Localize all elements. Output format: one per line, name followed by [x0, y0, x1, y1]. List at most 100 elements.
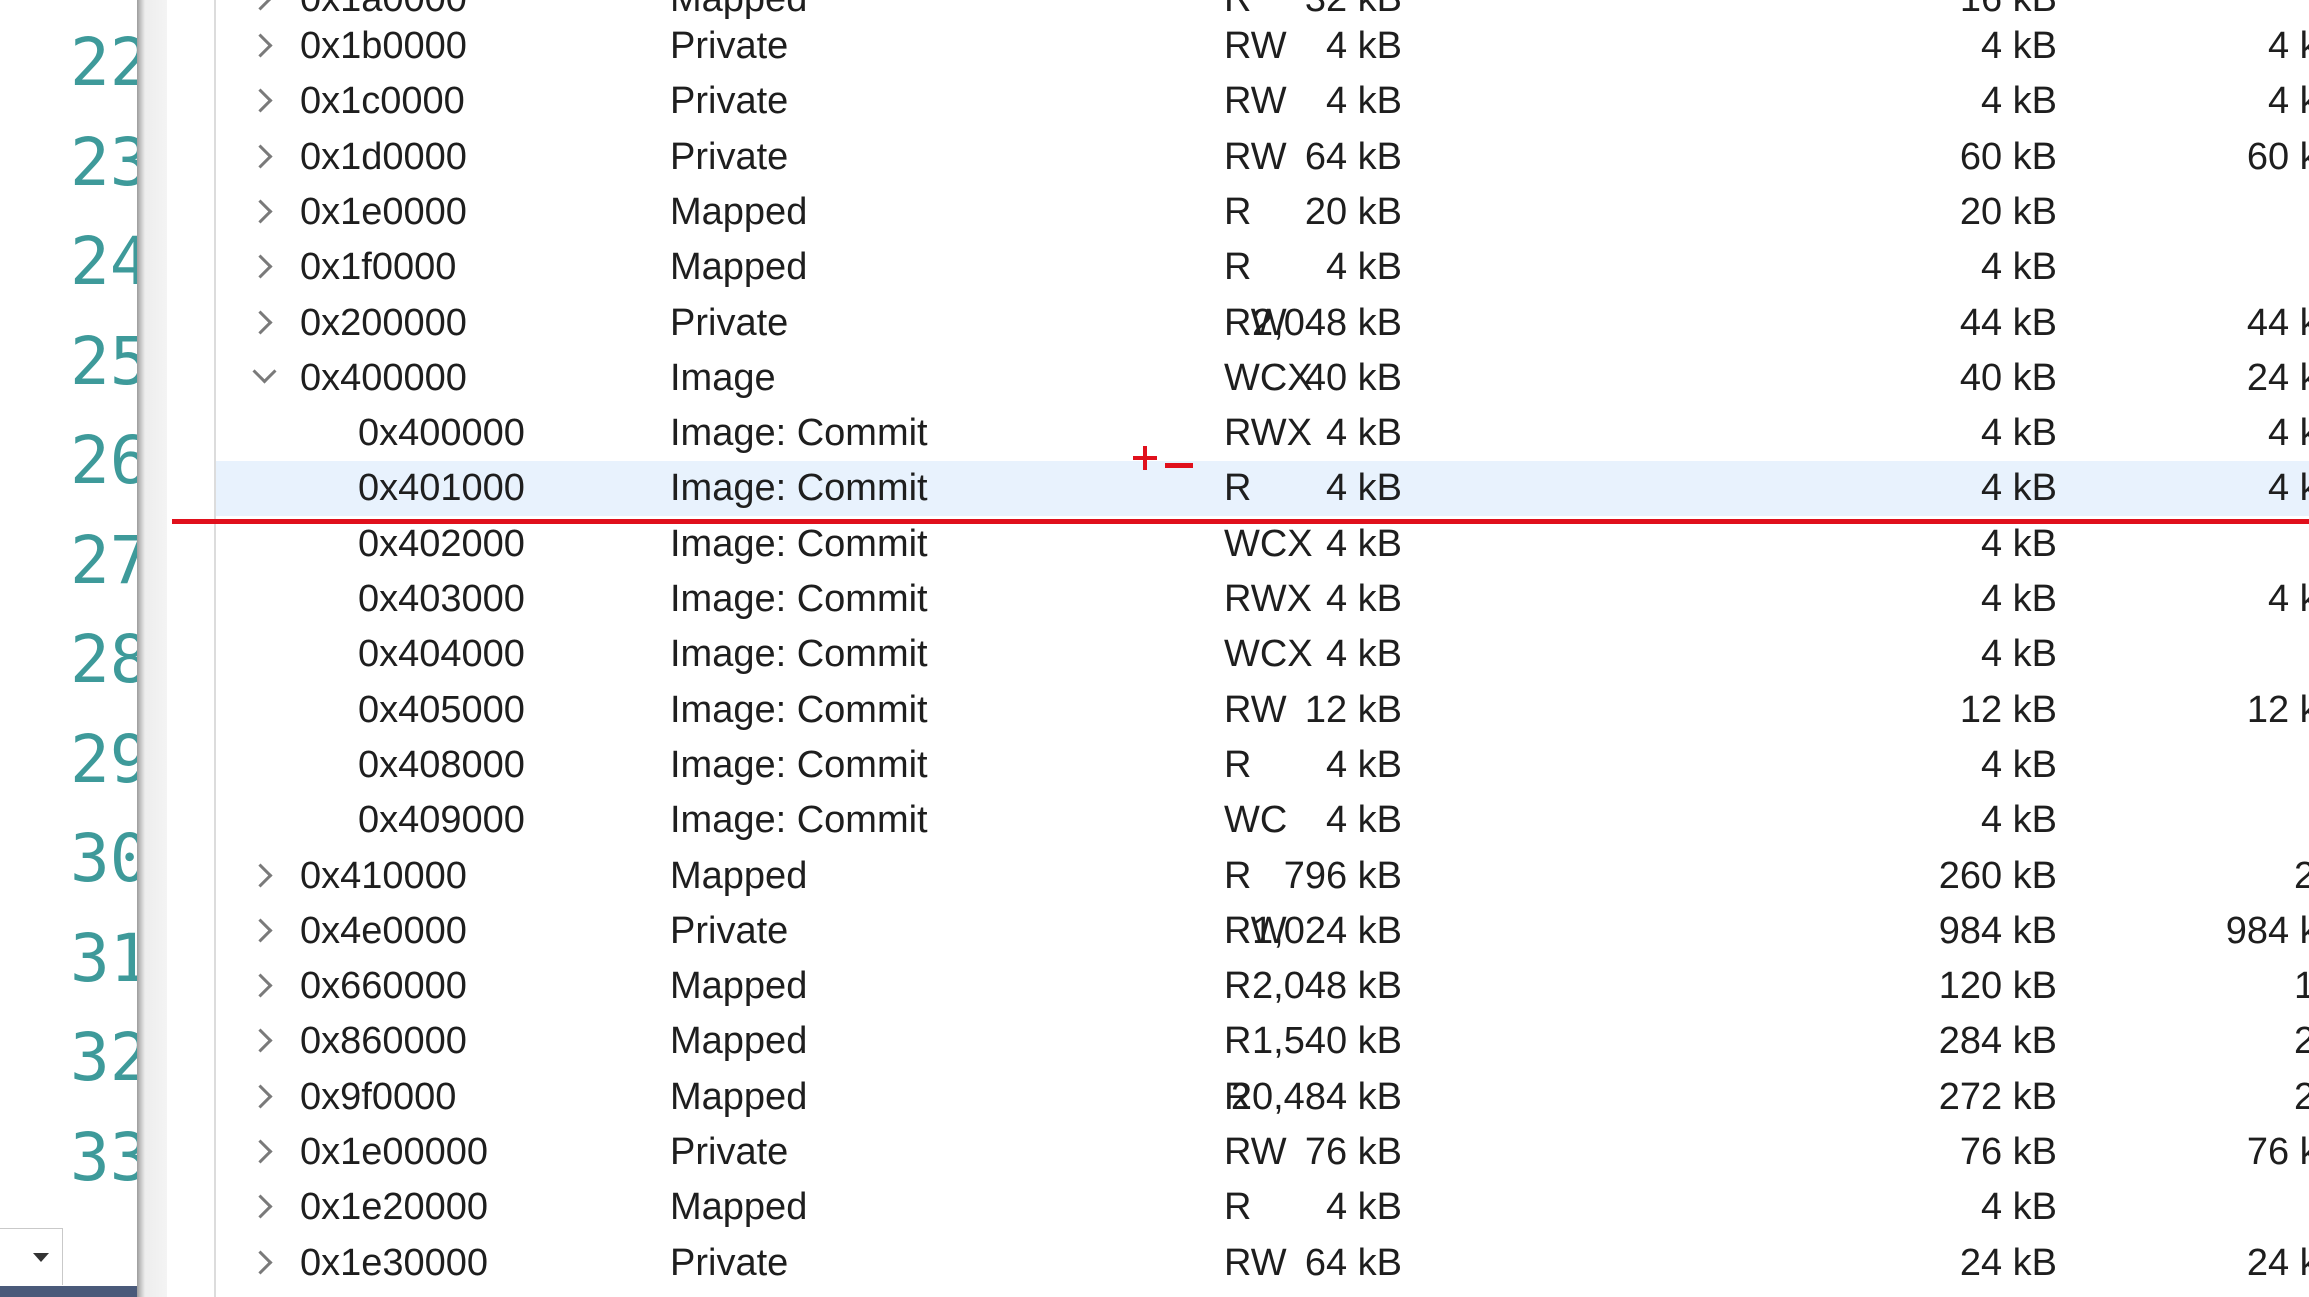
protection-cell: WC	[1224, 799, 1288, 842]
tree-row[interactable]: 0x9f0000 Mapped 20,484 kB R 272 kB 2	[216, 1070, 2309, 1125]
type-cell: Mapped	[670, 1075, 808, 1118]
size-cell: 20,484 kB	[1230, 1075, 1402, 1118]
tree-row[interactable]: 0x1d0000Private64 kBRW60 kB60 kB	[216, 130, 2309, 185]
line-number: 32	[70, 1019, 137, 1096]
line-number: 30	[70, 820, 137, 897]
pane-splitter[interactable]	[137, 0, 167, 1297]
address-cell: 0x1f0000	[300, 246, 457, 289]
clipped-column-cell: 2	[2294, 854, 2309, 897]
drop-indicator-line	[172, 519, 2309, 524]
protection-cell: RWX	[1224, 578, 1312, 620]
memory-map-view: 222324252627282930313233 0x1a0000 Mapped…	[0, 0, 2309, 1297]
chevron-right-icon[interactable]	[248, 254, 273, 279]
chevron-right-icon[interactable]	[248, 1139, 273, 1164]
size-cell: 4 kB	[1325, 246, 1402, 289]
chevron-right-icon[interactable]	[248, 144, 273, 169]
chevron-right-icon[interactable]	[248, 1250, 273, 1275]
chevron-right-icon[interactable]	[248, 862, 273, 888]
tree-row[interactable]: 0x200000Private2,048 kBRW44 kB44 kB	[216, 296, 2309, 351]
type-cell: Image: Commit	[670, 743, 928, 786]
tree-child-row[interactable]: 0x404000 Image: Commit 4 kB WCX 4 kB	[216, 627, 2309, 682]
chevron-right-icon[interactable]	[248, 973, 273, 998]
chevron-down-icon	[33, 1253, 49, 1262]
private-cell: 4 kB	[2267, 80, 2309, 123]
tree-row[interactable]: 0x400000Image40 kBWCX40 kB24 kB	[216, 351, 2309, 406]
chevron-right-icon[interactable]	[248, 1084, 273, 1109]
chevron-right-icon[interactable]	[248, 199, 273, 224]
type-cell: Private	[670, 135, 789, 178]
protection-cell: RW	[1224, 909, 1287, 952]
chevron-right-icon[interactable]	[248, 1028, 273, 1053]
gutter-dropdown[interactable]	[0, 1228, 63, 1285]
tree-child-row[interactable]: 0x405000Image: Commit12 kBRW12 kB12 kB	[216, 683, 2309, 738]
type-cell: Private	[670, 301, 789, 344]
tree-child-row[interactable]: 0x400000Image: Commit4 kBRWX4 kB4 kB	[216, 406, 2309, 461]
tree-row[interactable]: 0x1e20000 Mapped 4 kB R 4 kB	[216, 1180, 2309, 1235]
tree-row[interactable]: 0x4e0000Private1,024 kBRW984 kB984 kB	[216, 904, 2309, 959]
type-cell: Mapped	[670, 1186, 808, 1229]
type-cell: Mapped	[670, 1020, 808, 1063]
type-cell: Private	[670, 909, 789, 952]
address-cell: 0x1b0000	[300, 25, 467, 67]
tree-child-row[interactable]: 0x401000Image: Commit4 kBR4 kB4 kB	[216, 461, 2309, 517]
chevron-right-icon[interactable]	[248, 33, 273, 58]
line-number: 25	[70, 322, 137, 400]
line-number: 23	[70, 123, 137, 201]
line-number: 29	[70, 720, 137, 798]
type-cell: Image: Commit	[670, 522, 928, 565]
memory-regions-tree[interactable]: 0x1a0000 Mapped 32 kB R 16 kB 0x1b0000Pr…	[214, 0, 2309, 1297]
type-cell: Image: Commit	[670, 799, 928, 842]
tree-row[interactable]: 0x1b0000Private4 kBRW4 kB4 kB	[216, 19, 2309, 74]
tree-child-row[interactable]: 0x409000 Image: Commit 4 kB WC 4 kB	[216, 793, 2309, 848]
size-cell: 796 kB	[1283, 854, 1402, 897]
clipped-column-cell: 1	[2294, 965, 2309, 1008]
address-cell: 0x9f0000	[300, 1075, 457, 1118]
tree-row[interactable]: 0x1c0000Private4 kBRW4 kB4 kB	[216, 74, 2309, 129]
type-cell: Image: Commit	[670, 412, 928, 455]
address-cell: 0x860000	[300, 1020, 467, 1063]
protection-cell: RW	[1224, 135, 1287, 178]
chevron-down-icon[interactable]	[252, 359, 277, 384]
tree-row[interactable]: 0x410000 Mapped 796 kB R 260 kB 2	[216, 849, 2309, 904]
line-number: 26	[70, 422, 137, 499]
tree-row[interactable]: 0x1f0000 Mapped 4 kB R 4 kB	[216, 240, 2309, 295]
tree-row[interactable]: 0x860000 Mapped 1,540 kB R 284 kB 2	[216, 1014, 2309, 1069]
address-cell: 0x1c0000	[300, 80, 465, 123]
private-cell: 4 kB	[2267, 578, 2309, 620]
protection-cell: R	[1224, 1186, 1252, 1229]
tree-row[interactable]: 0x1e00000Private76 kBRW76 kB76 kB	[216, 1125, 2309, 1180]
chevron-right-icon[interactable]	[248, 1194, 273, 1219]
size-cell: 4 kB	[1325, 80, 1402, 123]
private-cell: 4 kB	[2267, 25, 2309, 67]
size-cell: 4 kB	[1325, 799, 1402, 842]
private-cell: 76 kB	[2246, 1131, 2309, 1173]
chevron-right-icon[interactable]	[248, 0, 273, 11]
tree-child-row[interactable]: 0x402000 Image: Commit 4 kB WCX 4 kB	[216, 517, 2309, 572]
chevron-right-icon[interactable]	[248, 918, 273, 943]
tree-child-row[interactable]: 0x408000 Image: Commit 4 kB R 4 kB	[216, 738, 2309, 793]
address-cell: 0x404000	[358, 633, 525, 676]
address-cell: 0x1d0000	[300, 135, 467, 178]
chevron-right-icon[interactable]	[248, 88, 273, 113]
address-cell: 0x401000	[358, 467, 525, 510]
minus-icon	[1165, 463, 1193, 468]
size-cell: 4 kB	[1325, 25, 1402, 67]
tree-child-row[interactable]: 0x403000Image: Commit4 kBRWX4 kB4 kB	[216, 572, 2309, 627]
type-cell: Mapped	[670, 965, 808, 1008]
protection-cell: R	[1224, 743, 1252, 786]
tree-row[interactable]: 0x1e0000 Mapped 20 kB R 20 kB	[216, 185, 2309, 240]
address-cell: 0x1e30000	[300, 1241, 489, 1284]
clipped-column-cell: 2	[2294, 1075, 2309, 1118]
size-cell: 20 kB	[1304, 190, 1402, 233]
type-cell: Private	[670, 1241, 789, 1284]
tree-row[interactable]: 0x660000 Mapped 2,048 kB R 120 kB 1	[216, 959, 2309, 1014]
chevron-right-icon[interactable]	[248, 309, 273, 335]
private-cell: 12 kB	[2246, 688, 2309, 731]
tree-row[interactable]: 0x1e30000Private64 kBRW24 kB24 kB	[216, 1236, 2309, 1291]
line-number-gutter: 22 23 24 25 26 27 28 29 30 31 32 33	[0, 0, 137, 1297]
size-cell: 64 kB	[1304, 135, 1402, 178]
size-cell: 4 kB	[1325, 578, 1402, 620]
protection-cell: RW	[1224, 25, 1287, 67]
line-number: 22	[70, 24, 137, 101]
line-number: 28	[70, 621, 137, 698]
